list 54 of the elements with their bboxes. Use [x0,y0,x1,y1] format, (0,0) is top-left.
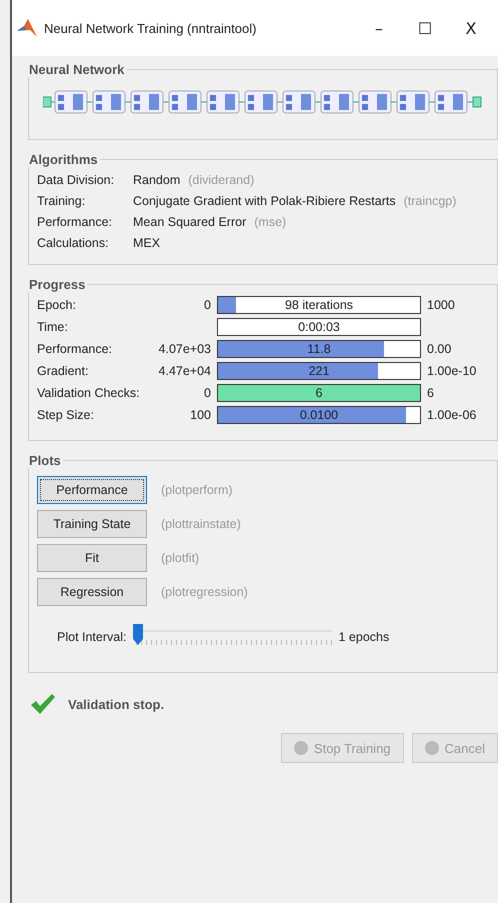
algorithm-value: Conjugate Gradient with Polak-Ribiere Restarts [133,194,396,208]
algorithm-label: Training: [37,194,86,208]
progress-label: Time: [37,320,69,334]
start-value: 4.07e+03 [158,342,211,356]
panel-title: Neural Network [28,62,126,77]
progress-label: Performance: [37,342,114,356]
panel-title: Algorithms [28,152,99,167]
minimize-button[interactable]: – [356,18,402,38]
end-value: 6 [427,386,434,400]
progress-reading: 0.0100 [298,407,340,423]
progress-label: Validation Checks: [37,386,141,400]
close-button[interactable]: X [448,18,494,38]
start-value: 100 [190,408,211,422]
function-name: (plottrainstate) [161,517,241,531]
slider-label: Plot Interval: [57,630,126,644]
panel-title: Plots [28,453,62,468]
maximize-button[interactable]: ☐ [402,18,448,38]
function-name: (plotregression) [161,585,248,599]
status-message: Validation stop. [68,696,164,712]
progress-reading: 6 [314,385,324,401]
plot-button[interactable]: Regression [37,578,147,606]
algorithm-value: Random [133,173,180,187]
plot-button[interactable]: Training State [37,510,147,538]
slider-thumb[interactable] [132,624,144,646]
plot-button[interactable]: Fit [37,544,147,572]
algorithm-label: Calculations: [37,236,110,250]
checkmark-icon [30,693,56,715]
function-name: (dividerand) [188,173,254,187]
algorithm-value: MEX [133,236,160,250]
progress-label: Gradient: [37,364,90,378]
end-value: 1000 [427,298,455,312]
algorithm-label: Data Division: [37,173,116,187]
end-value: 1.00e-10 [427,364,476,378]
start-value: 4.47e+04 [158,364,211,378]
slider-reading: 1 epochs [338,630,390,644]
end-value: 0.00 [427,342,452,356]
function-name: (traincgp) [404,194,456,208]
start-value: 0 [204,298,211,312]
function-name: (mse) [254,215,286,229]
function-name: (plotperform) [161,483,233,497]
progress-reading: 11.8 [306,341,332,357]
function-name: (plotfit) [161,551,200,565]
end-value: 1.00e-06 [427,408,476,422]
progress-reading: 98 iterations [284,297,354,313]
progress-label: Epoch: [37,298,77,312]
start-value: 0 [204,386,211,400]
algorithm-value: Mean Squared Error [133,215,246,229]
plot-button[interactable]: Performance [37,476,147,504]
progress-label: Step Size: [37,408,95,422]
panel-title: Progress [28,277,86,292]
window-title: Neural Network Training (nntraintool) [44,20,258,36]
progress-reading: 221 [308,363,330,379]
algorithm-label: Performance: [37,215,114,229]
logo-icon [16,18,38,38]
